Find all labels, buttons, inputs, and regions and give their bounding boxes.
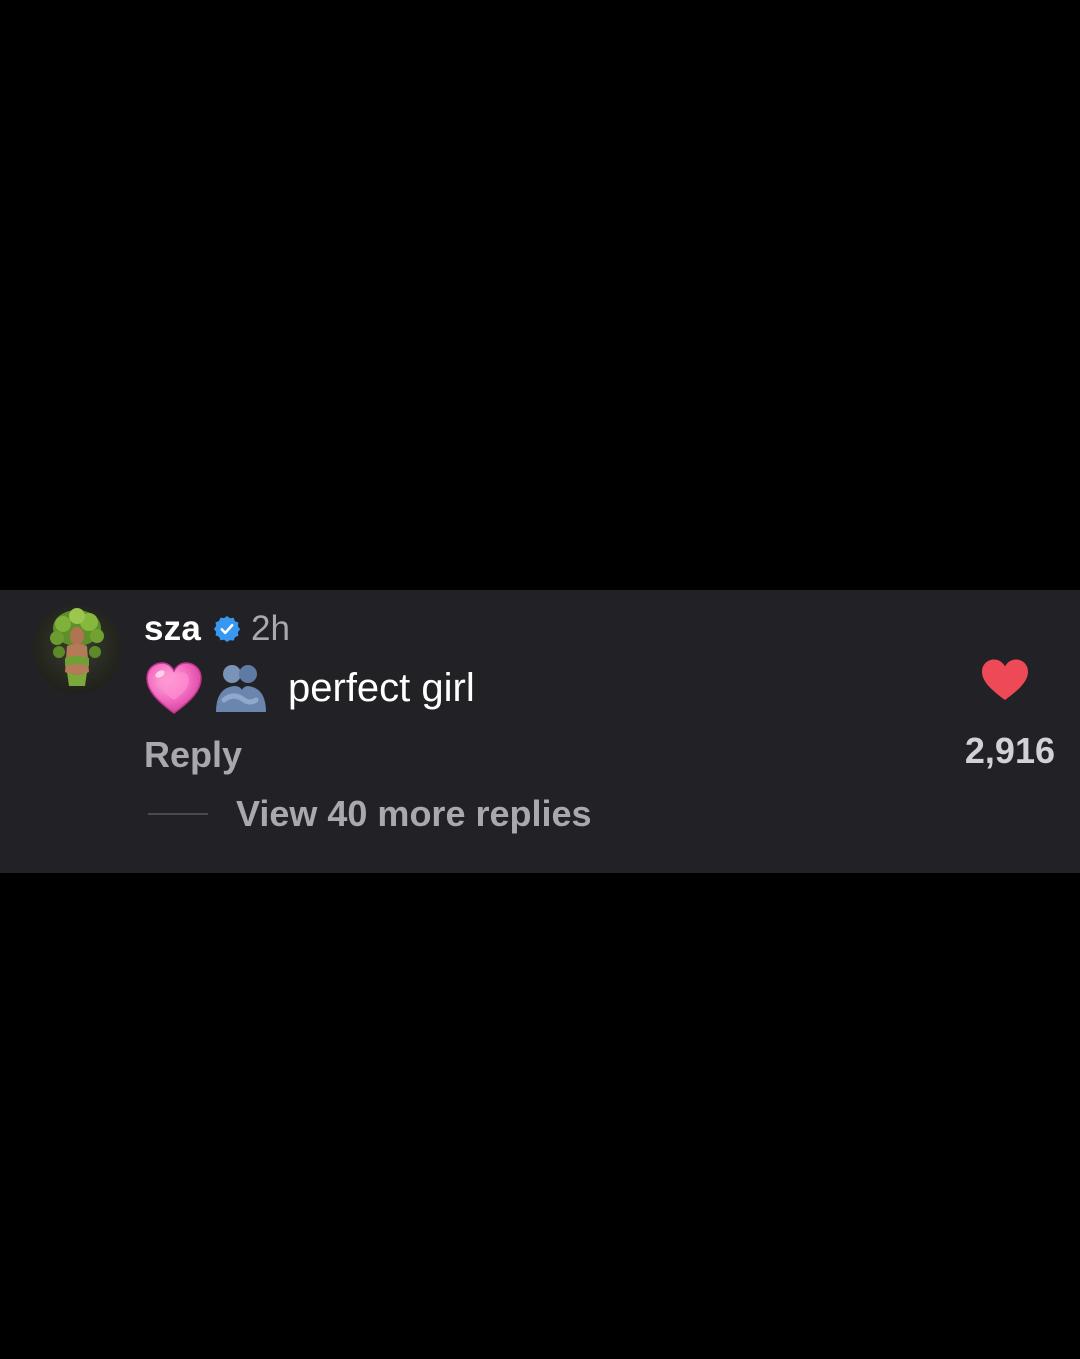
timestamp: 2h [251, 609, 290, 648]
replies-divider [148, 813, 208, 815]
pink-heart-icon [146, 662, 202, 714]
reply-button[interactable]: Reply [144, 734, 242, 776]
avatar[interactable] [33, 606, 121, 694]
like-count: 2,916 [964, 730, 1055, 771]
view-replies-label: View 40 more replies [236, 793, 592, 834]
comment-text: perfect girl [288, 665, 475, 710]
username[interactable]: sza [144, 609, 201, 649]
verified-badge-icon [213, 616, 241, 642]
heart-icon[interactable] [980, 658, 1030, 702]
comment-body: perfect girl [144, 658, 475, 718]
comment-header: sza 2h [144, 606, 290, 652]
view-replies-button[interactable]: View 40 more replies [148, 792, 592, 836]
people-hugging-icon [216, 665, 266, 712]
